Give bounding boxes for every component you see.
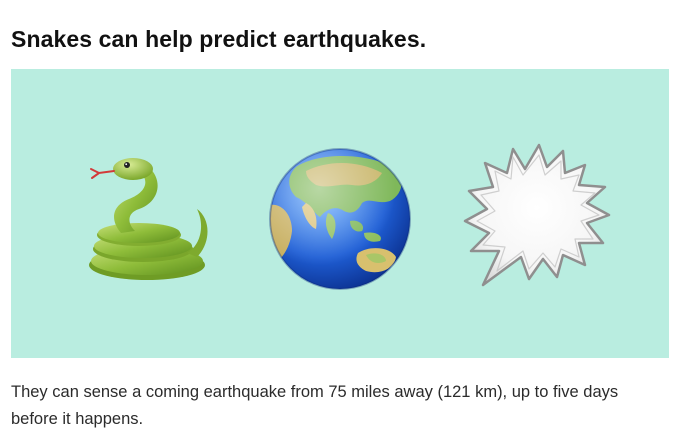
- headline: Snakes can help predict earthquakes.: [11, 26, 427, 52]
- caption-text: They can sense a coming earthquake from …: [11, 383, 619, 428]
- earth-globe-icon: [269, 148, 411, 290]
- hero-image: [11, 69, 669, 358]
- snake-icon: [89, 158, 208, 280]
- anger-bubble-icon: [463, 143, 611, 287]
